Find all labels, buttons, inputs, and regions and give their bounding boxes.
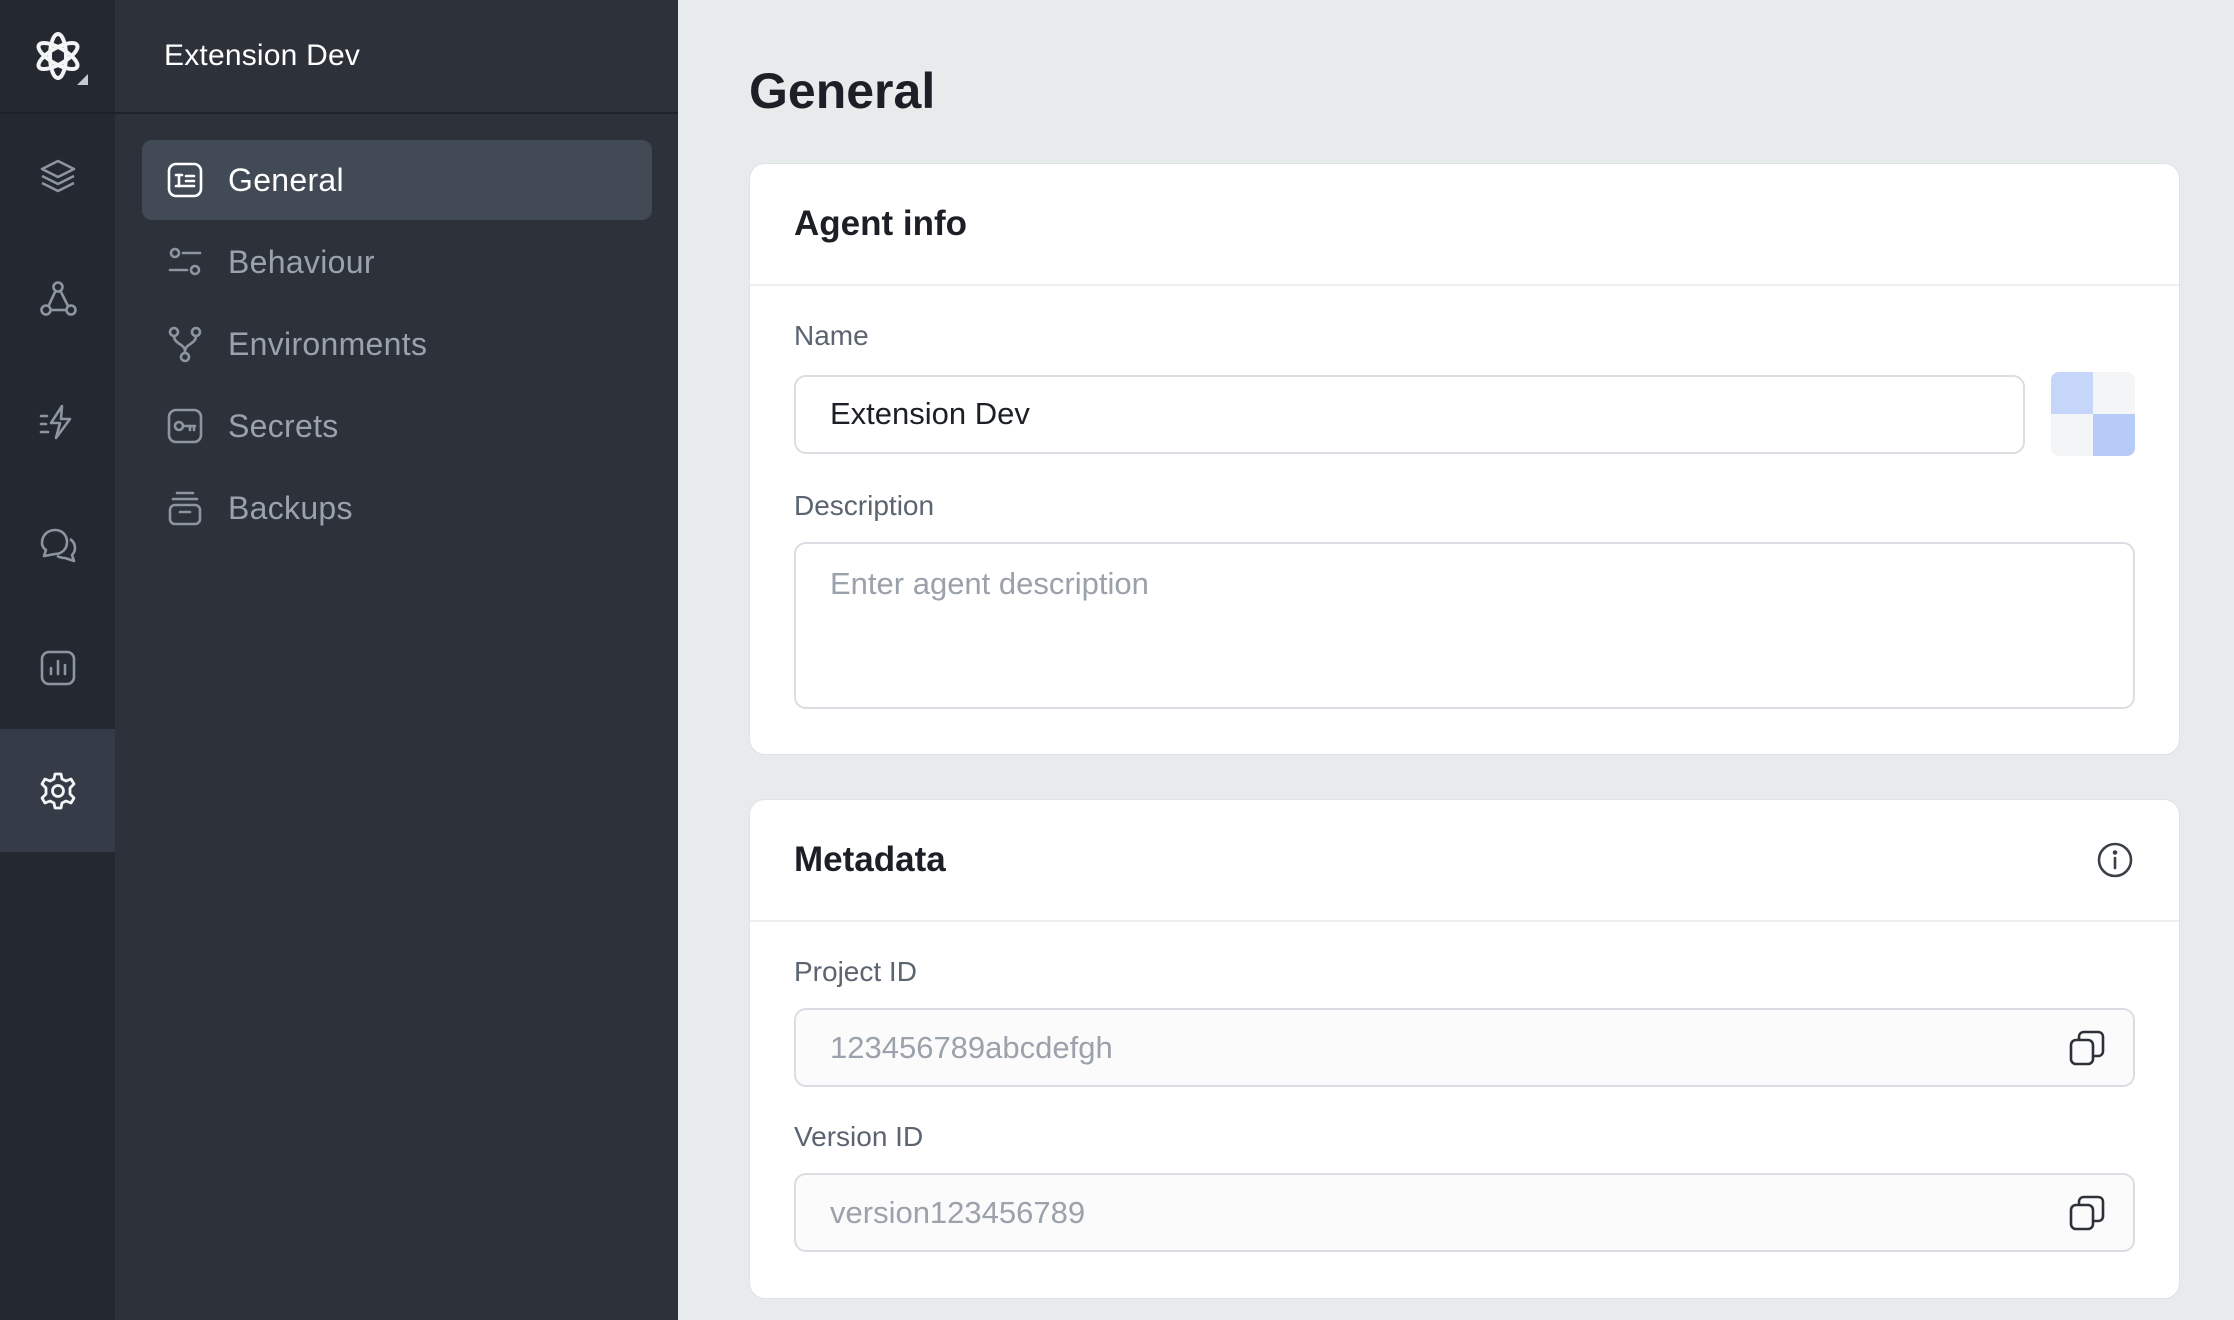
name-label: Name [794, 320, 869, 351]
layers-icon [40, 159, 75, 192]
agent-avatar[interactable] [2051, 372, 2136, 456]
version-id-label: Version ID [794, 1121, 924, 1152]
main-content: General Agent info Name Extension Dev De… [678, 0, 2234, 1320]
sidebar-item-behaviour[interactable]: Behaviour [142, 222, 652, 302]
sidebar-item-secrets[interactable]: Secrets [142, 386, 652, 466]
flow-icon [39, 280, 77, 316]
sidebar-item-label: Behaviour [228, 243, 375, 280]
card-header: Metadata [750, 800, 2179, 922]
copy-icon[interactable] [2065, 1026, 2109, 1070]
sidebar-item-backups[interactable]: Backups [142, 468, 652, 548]
rail-settings-button[interactable] [0, 729, 115, 852]
lightning-icon [39, 404, 71, 439]
page-title: General [749, 63, 936, 119]
name-field[interactable]: Extension Dev [794, 374, 2026, 454]
rail-content-button[interactable] [0, 114, 115, 237]
sidebar-item-label: Backups [228, 489, 353, 526]
project-id-field: 123456789abcdefgh [794, 1008, 2135, 1087]
copy-icon[interactable] [2065, 1191, 2109, 1235]
rail-flows-button[interactable] [0, 237, 115, 360]
project-id-label: Project ID [794, 956, 917, 987]
card-body: Name Extension Dev Description Enter age… [750, 286, 2179, 753]
settings-nav: General Behaviour Environments Secrets B… [115, 114, 678, 548]
card-header: Agent info [750, 164, 2179, 286]
rail-analytics-button[interactable] [0, 606, 115, 729]
archive-icon [166, 489, 204, 527]
project-id-value: 123456789abcdefgh [830, 1029, 1113, 1065]
card-title: Agent info [794, 204, 968, 243]
general-icon [166, 161, 204, 199]
rail-conversations-button[interactable] [0, 483, 115, 606]
sidebar-item-environments[interactable]: Environments [142, 304, 652, 384]
metadata-card: Metadata Project ID 123456789abcdefgh Ve… [749, 799, 2180, 1299]
sidebar-item-label: Environments [228, 325, 428, 362]
card-title: Metadata [794, 840, 946, 879]
sliders-icon [166, 243, 204, 281]
chat-icon [40, 528, 76, 562]
info-icon[interactable] [2095, 840, 2135, 880]
workspace-switch-indicator [77, 74, 88, 85]
sidebar-item-label: General [228, 161, 344, 198]
rail-actions-button[interactable] [0, 360, 115, 483]
card-body: Project ID 123456789abcdefgh Version ID … [750, 922, 2179, 1296]
sidebar-item-label: Secrets [228, 407, 339, 444]
name-row: Extension Dev [794, 372, 2136, 456]
settings-sidebar: Extension Dev General Behaviour Environm… [115, 0, 678, 1320]
version-id-field: version123456789 [794, 1173, 2135, 1252]
sidebar-header: Extension Dev [115, 0, 678, 114]
agent-name-title: Extension Dev [164, 39, 361, 72]
analytics-icon [40, 650, 75, 685]
version-id-value: version123456789 [830, 1194, 1086, 1230]
app-logo[interactable] [0, 0, 115, 114]
icon-rail [0, 0, 115, 1320]
description-label: Description [794, 490, 935, 521]
sidebar-item-general[interactable]: General [142, 140, 652, 220]
description-field[interactable]: Enter agent description [794, 542, 2135, 709]
agent-info-card: Agent info Name Extension Dev Descriptio… [749, 163, 2180, 755]
branch-icon [166, 325, 204, 363]
key-icon [166, 407, 204, 445]
gear-icon [40, 772, 75, 809]
